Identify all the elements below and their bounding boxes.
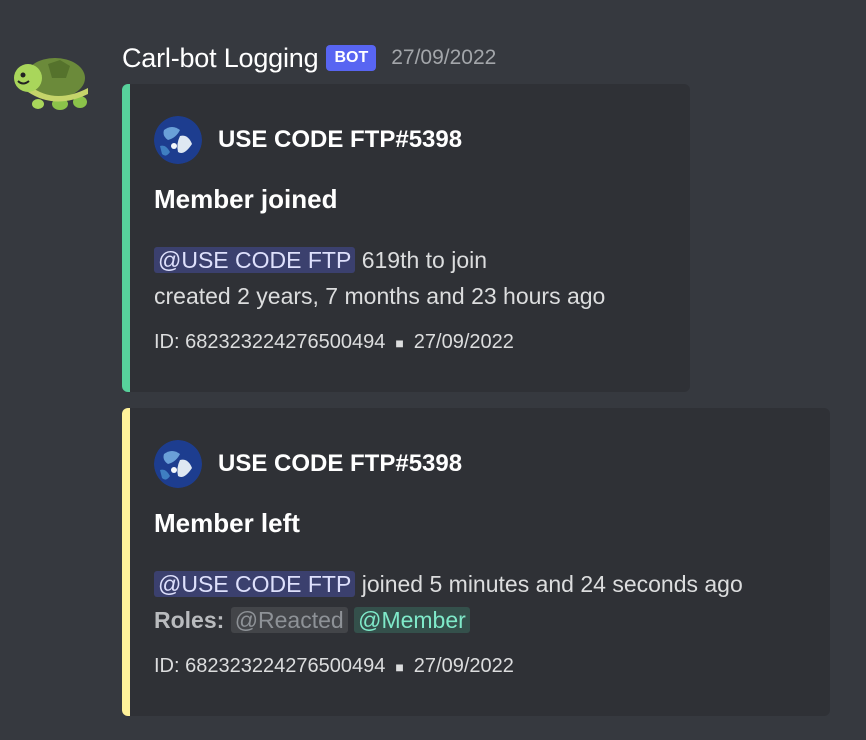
embed-title: Member left <box>154 508 300 538</box>
embed-member-joined: USE CODE FTP#5398 Member joined @USE COD… <box>122 84 690 392</box>
message-timestamp: 27/09/2022 <box>391 46 497 69</box>
membership-duration-text: joined 5 minutes and 24 seconds ago <box>355 571 743 597</box>
bot-badge: BOT <box>326 45 377 71</box>
earth-icon <box>154 440 202 488</box>
role-mention-member[interactable]: @Member <box>354 607 470 633</box>
embed-author-name[interactable]: USE CODE FTP#5398 <box>218 126 462 154</box>
footer-id: ID: 682323224276500494 <box>154 331 386 353</box>
embed-member-left: USE CODE FTP#5398 Member left @USE CODE … <box>122 408 830 716</box>
earth-icon <box>154 116 202 164</box>
footer-id: ID: 682323224276500494 <box>154 655 386 677</box>
embed-author: USE CODE FTP#5398 <box>154 116 462 164</box>
embed-footer: ID: 682323224276500494 ■ 27/09/2022 <box>154 655 514 678</box>
author-avatar[interactable] <box>154 116 202 164</box>
bullet-separator: ■ <box>395 658 404 675</box>
embed-desc-line1: @USE CODE FTP 619th to join <box>154 242 605 278</box>
embed-author: USE CODE FTP#5398 <box>154 440 462 488</box>
username[interactable]: Carl-bot Logging <box>122 43 319 74</box>
roles-label: Roles: <box>154 607 225 633</box>
embed-description: @USE CODE FTP joined 5 minutes and 24 se… <box>154 566 743 638</box>
footer-date: 27/09/2022 <box>413 655 514 677</box>
role-mention-reacted[interactable]: @Reacted <box>230 607 348 633</box>
bullet-separator: ■ <box>395 334 404 351</box>
embed-description: @USE CODE FTP 619th to join created 2 ye… <box>154 242 605 314</box>
roles-line: Roles: @Reacted @Member <box>154 602 743 638</box>
join-position-text: 619th to join <box>355 247 488 273</box>
author-avatar[interactable] <box>154 440 202 488</box>
embed-author-name[interactable]: USE CODE FTP#5398 <box>218 450 462 478</box>
embed-title: Member joined <box>154 184 338 214</box>
embed-desc-line1: @USE CODE FTP joined 5 minutes and 24 se… <box>154 566 743 602</box>
footer-date: 27/09/2022 <box>413 331 514 353</box>
embed-footer: ID: 682323224276500494 ■ 27/09/2022 <box>154 331 514 354</box>
user-mention[interactable]: @USE CODE FTP <box>154 247 356 273</box>
message-header: Carl-bot Logging BOT 27/09/2022 <box>122 38 496 78</box>
chat-message: Carl-bot Logging BOT 27/09/2022 USE CODE… <box>0 0 866 740</box>
user-mention[interactable]: @USE CODE FTP <box>154 571 356 597</box>
bot-avatar[interactable] <box>10 50 90 114</box>
account-age-text: created 2 years, 7 months and 23 hours a… <box>154 283 606 309</box>
turtle-icon <box>14 58 88 110</box>
